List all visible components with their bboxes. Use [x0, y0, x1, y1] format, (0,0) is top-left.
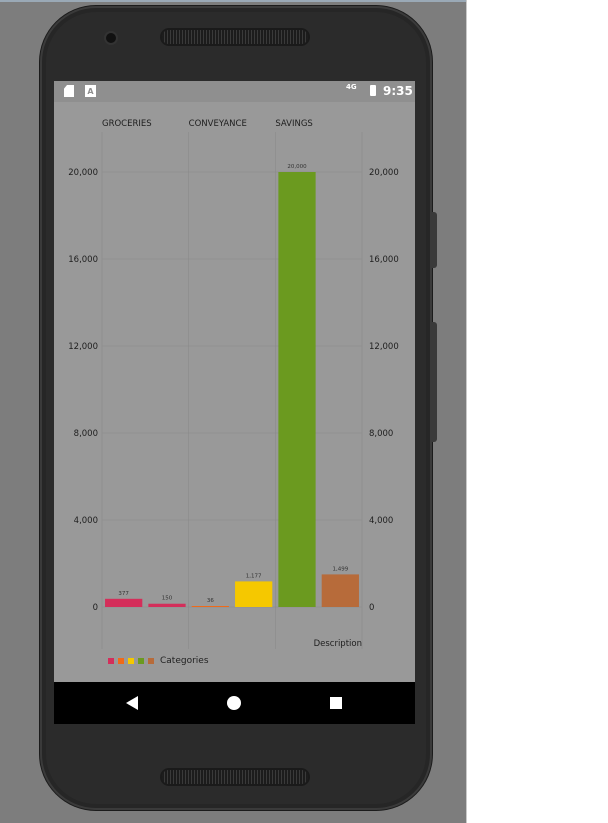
bar-value-label: 1,177 — [246, 573, 262, 579]
y-tick-label-left: 4,000 — [74, 516, 98, 526]
y-tick-label-left: 8,000 — [74, 429, 98, 439]
bar-value-label: 20,000 — [287, 164, 307, 170]
bar-chart: GROCERIES CONVEYANCE SAVINGS 0 0 4,000 4,000 8,… — [68, 119, 399, 649]
bar-value-label: 1,499 — [332, 566, 348, 572]
legend-label: Categories — [160, 656, 209, 666]
x-axis-label: Description — [314, 639, 362, 649]
bar — [321, 574, 359, 607]
column-header: SAVINGS — [275, 119, 313, 129]
status-time: 9:35 — [383, 84, 413, 98]
legend-swatch — [108, 658, 114, 664]
chart-legend: Categories — [108, 655, 209, 667]
legend-swatch — [118, 658, 124, 664]
y-tick-label-left: 20,000 — [68, 168, 98, 178]
status-bar: A 4G 9:35 — [54, 81, 415, 102]
y-tick-label-right: 12,000 — [369, 342, 399, 352]
y-tick-label-right: 4,000 — [369, 516, 393, 526]
legend-swatch — [138, 658, 144, 664]
legend-swatch — [148, 658, 154, 664]
sd-card-icon — [64, 85, 74, 97]
bar — [278, 172, 316, 607]
volume-button[interactable] — [432, 212, 437, 268]
navigation-bar — [54, 682, 415, 724]
column-header: GROCERIES — [102, 119, 152, 129]
device-screen: A 4G 9:35 GROCERIES CONVEYANCE SAVINGS 0 0 4,… — [54, 81, 415, 724]
y-tick-label-left: 0 — [93, 603, 98, 613]
bar-value-label: 377 — [118, 591, 129, 597]
column-header: CONVEYANCE — [189, 119, 247, 129]
y-tick-label-left: 12,000 — [68, 342, 98, 352]
y-tick-label-right: 8,000 — [369, 429, 393, 439]
bar — [105, 598, 143, 607]
bar — [191, 606, 229, 607]
front-camera — [106, 33, 116, 43]
y-tick-label-right: 0 — [369, 603, 374, 613]
home-icon[interactable] — [227, 696, 241, 710]
bottom-speaker-grille — [162, 770, 308, 784]
bar — [235, 581, 273, 607]
app-notification-icon: A — [85, 85, 96, 97]
recent-apps-icon[interactable] — [330, 697, 342, 709]
network-indicator: 4G — [346, 83, 357, 91]
y-tick-label-right: 16,000 — [369, 255, 399, 265]
back-icon[interactable] — [126, 696, 138, 710]
battery-icon — [370, 85, 376, 96]
bar-value-label: 150 — [162, 596, 173, 602]
legend-swatch — [128, 658, 134, 664]
legend-swatches — [108, 658, 158, 664]
bar-value-label: 36 — [207, 598, 214, 604]
y-tick-label-left: 16,000 — [68, 255, 98, 265]
emulator-edge — [0, 0, 466, 2]
bar — [148, 603, 186, 607]
power-button[interactable] — [432, 322, 437, 442]
y-tick-label-right: 20,000 — [369, 168, 399, 178]
top-speaker-grille — [162, 30, 308, 44]
